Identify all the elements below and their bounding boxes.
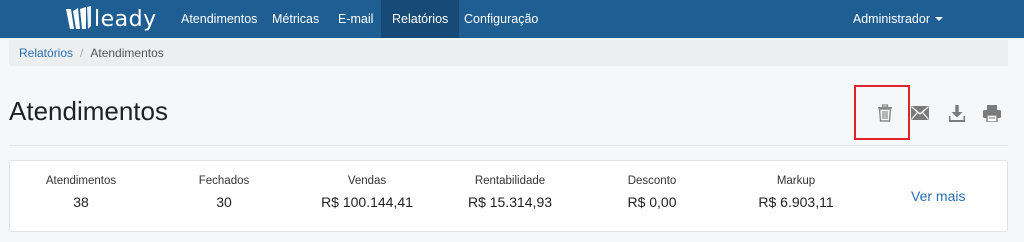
page-title: Atendimentos (9, 96, 168, 126)
nav-metricas[interactable]: Métricas (261, 0, 330, 38)
stat-rentabilidade: Rentabilidade R$ 15.314,93 (435, 175, 585, 210)
nav-configuracao[interactable]: Configuração (453, 0, 549, 38)
nav-atendimentos[interactable]: Atendimentos (170, 0, 268, 38)
breadcrumb-link-relatorios[interactable]: Relatórios (19, 46, 73, 60)
stat-vendas: Vendas R$ 100.144,41 (292, 175, 442, 210)
stat-label: Desconto (627, 175, 677, 187)
caret-down-icon (935, 17, 943, 21)
stat-value: R$ 6.903,11 (758, 194, 834, 210)
stat-value: R$ 100.144,41 (321, 194, 413, 210)
divider (9, 145, 1008, 146)
top-navbar: leady Atendimentos Métricas E-mail Relat… (0, 0, 1024, 38)
trash-icon[interactable] (875, 103, 895, 123)
print-icon[interactable] (982, 103, 1002, 123)
nav-email[interactable]: E-mail (327, 0, 384, 38)
download-icon[interactable] (947, 103, 967, 123)
stat-value: R$ 0,00 (627, 194, 677, 210)
user-menu[interactable]: Administrador (853, 0, 943, 38)
stats-panel: Atendimentos 38 Fechados 30 Vendas R$ 10… (9, 160, 1008, 232)
stat-label: Vendas (347, 175, 387, 187)
leady-logo-icon (66, 6, 91, 29)
stat-label: Rentabilidade (474, 175, 546, 187)
user-menu-label: Administrador (852, 12, 930, 26)
brand-name: leady (94, 6, 157, 32)
brand-logo[interactable]: leady (64, 6, 157, 32)
stat-label: Fechados (198, 175, 250, 187)
breadcrumb: Relatórios / Atendimentos (9, 40, 1008, 66)
stat-value: 30 (216, 194, 232, 210)
stat-label: Markup (776, 175, 816, 187)
stat-value: 38 (73, 194, 89, 210)
stat-value: R$ 15.314,93 (467, 194, 553, 210)
nav-relatorios[interactable]: Relatórios (381, 0, 460, 38)
ver-mais-link[interactable]: Ver mais (911, 188, 965, 204)
envelope-icon[interactable] (910, 103, 930, 123)
stat-label: Atendimentos (45, 175, 117, 187)
breadcrumb-current: Atendimentos (90, 46, 164, 60)
stat-fechados: Fechados 30 (149, 175, 299, 210)
stat-desconto: Desconto R$ 0,00 (577, 175, 727, 210)
breadcrumb-separator: / (80, 46, 84, 60)
stat-markup: Markup R$ 6.903,11 (721, 175, 871, 210)
stat-atendimentos: Atendimentos 38 (6, 175, 156, 210)
